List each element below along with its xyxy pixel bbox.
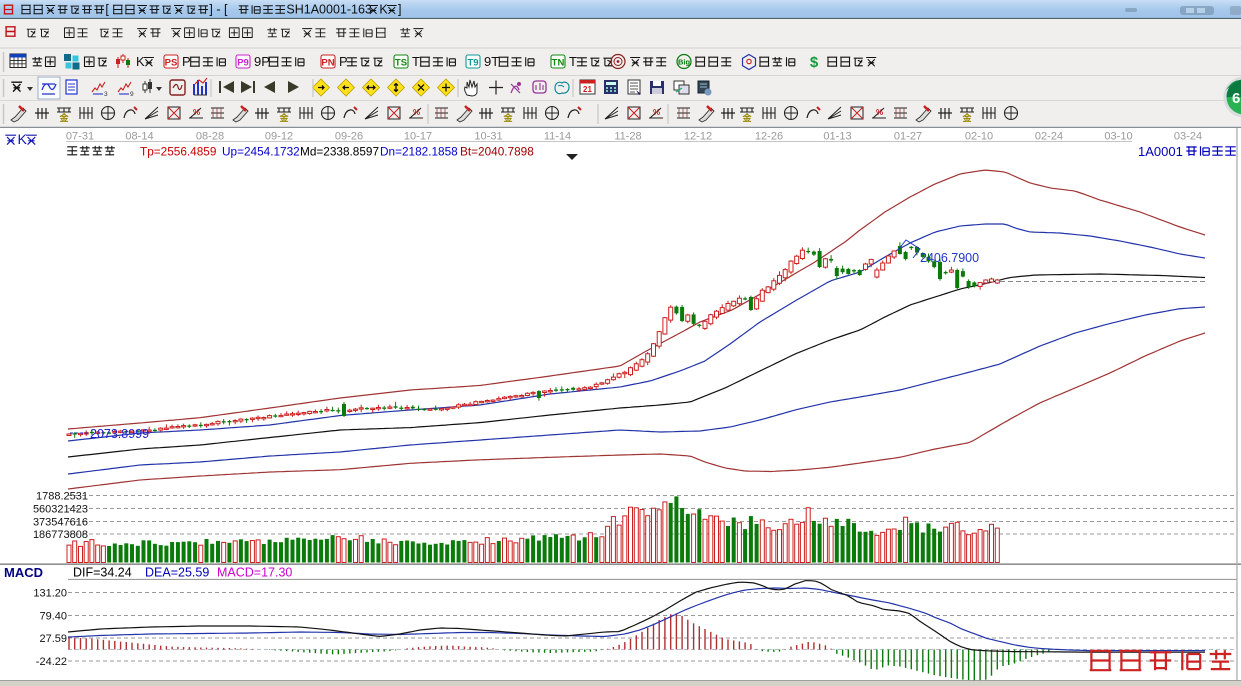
svg-text:K: K: [379, 2, 388, 16]
svg-text:T9: T9: [467, 58, 478, 69]
svg-text:12-26: 12-26: [755, 131, 783, 143]
svg-text:09-26: 09-26: [335, 131, 363, 143]
svg-text:P9: P9: [237, 58, 249, 69]
svg-text:DEA=25.59: DEA=25.59: [145, 566, 209, 580]
svg-text:07-31: 07-31: [66, 131, 94, 143]
svg-text:08-14: 08-14: [125, 131, 153, 143]
svg-text:9P: 9P: [254, 54, 270, 69]
svg-text:03-10: 03-10: [1104, 131, 1132, 143]
svg-text:DIF=34.24: DIF=34.24: [73, 566, 132, 580]
svg-text:Big: Big: [678, 58, 691, 67]
svg-text:金: 金: [58, 112, 69, 123]
svg-text:08-28: 08-28: [196, 131, 224, 143]
svg-text:373547616: 373547616: [33, 516, 88, 528]
svg-text:SH1A0001-163: SH1A0001-163: [286, 2, 372, 16]
svg-text:1788.2531: 1788.2531: [36, 490, 88, 502]
svg-text:] - [: ] - [: [209, 2, 228, 16]
svg-text:T: T: [569, 54, 577, 69]
svg-text:P: P: [339, 54, 348, 69]
svg-text:11-14: 11-14: [544, 131, 571, 143]
svg-text:186773808: 186773808: [33, 529, 88, 541]
svg-text:3: 3: [104, 91, 108, 98]
svg-text:%: %: [653, 108, 660, 117]
svg-text:9T: 9T: [484, 54, 499, 69]
svg-text:%: %: [193, 108, 200, 117]
svg-text:10-17: 10-17: [404, 131, 432, 143]
svg-text:560321423: 560321423: [33, 503, 88, 515]
svg-text:02-24: 02-24: [1035, 131, 1063, 143]
svg-text:K: K: [136, 54, 145, 69]
svg-text:MACD=17.30: MACD=17.30: [217, 566, 292, 580]
svg-text:金: 金: [278, 112, 289, 123]
svg-text:131.20: 131.20: [33, 587, 67, 599]
svg-text:03-24: 03-24: [1174, 131, 1202, 143]
svg-text:02-10: 02-10: [965, 131, 993, 143]
svg-text:%: %: [413, 108, 420, 117]
svg-text:Up=2454.1732: Up=2454.1732: [222, 145, 300, 159]
svg-text:PS: PS: [165, 58, 178, 69]
svg-text:]: ]: [398, 2, 401, 16]
svg-text:01-27: 01-27: [894, 131, 922, 143]
svg-text:2406.7900: 2406.7900: [920, 251, 979, 265]
svg-text:P: P: [182, 54, 191, 69]
svg-text:MACD: MACD: [4, 565, 43, 580]
svg-text:27.59: 27.59: [39, 633, 67, 645]
svg-text:01-13: 01-13: [823, 131, 851, 143]
svg-text:1A0001: 1A0001: [1138, 144, 1183, 159]
svg-text:金: 金: [741, 112, 752, 123]
svg-text:TS: TS: [395, 58, 407, 69]
svg-text:21: 21: [583, 85, 592, 94]
svg-text:TN: TN: [552, 58, 565, 69]
svg-text:11-28: 11-28: [614, 131, 641, 143]
svg-text:T: T: [412, 54, 420, 69]
svg-text:K: K: [18, 131, 28, 147]
svg-text:金: 金: [961, 112, 972, 123]
svg-text:Bt=2040.7898: Bt=2040.7898: [460, 145, 534, 159]
svg-text:6: 6: [1232, 90, 1240, 107]
svg-text:Dn=2182.1858: Dn=2182.1858: [380, 145, 458, 159]
svg-text:2073.8999: 2073.8999: [90, 427, 149, 441]
svg-text:9: 9: [130, 91, 134, 98]
svg-text:PN: PN: [321, 58, 334, 69]
svg-text:-24.22: -24.22: [36, 656, 67, 668]
svg-text:Md=2338.8597: Md=2338.8597: [300, 145, 379, 159]
svg-text:$: $: [810, 54, 819, 71]
svg-text:金: 金: [502, 112, 513, 123]
svg-text:%: %: [876, 108, 883, 117]
svg-text:10-31: 10-31: [474, 131, 502, 143]
svg-text:Tp=2556.4859: Tp=2556.4859: [140, 145, 216, 159]
svg-text:79.40: 79.40: [39, 610, 67, 622]
svg-text:12-12: 12-12: [684, 131, 712, 143]
svg-text:09-12: 09-12: [265, 131, 293, 143]
svg-text:[: [: [105, 2, 109, 16]
